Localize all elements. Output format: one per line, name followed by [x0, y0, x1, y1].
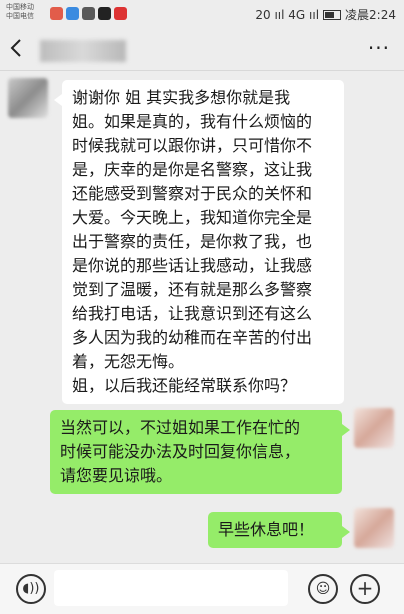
app-notification-icon [50, 7, 63, 20]
message-line: 时候可能没办法及时回复你信息， [60, 442, 301, 461]
more-button[interactable]: ··· [368, 36, 390, 60]
notification-icons [50, 7, 127, 20]
message-line: 早些休息吧！ [218, 520, 315, 539]
message-line: 觉到了温暖，还有就是那么多警察 [72, 280, 313, 299]
message-line: 大爱。今天晚上，我知道你完全是 [72, 208, 313, 227]
chat-header: ··· [0, 30, 404, 71]
message-line: 出于警察的责任，是你救了我，也 [72, 232, 313, 251]
chevron-left-icon [10, 39, 21, 57]
app-notification-icon [98, 7, 111, 20]
voice-button[interactable]: ◖)) [16, 574, 46, 604]
message-line: 姐，以后我还能经常联系你吗？ [72, 376, 297, 395]
status-bar: 中国移动 中国电信 20 ııl 4G ııl 凌晨2:24 [0, 0, 404, 30]
emoji-button[interactable]: ☺ [308, 574, 338, 604]
message-line: 当然可以，不过姐如果工作在忙的 [60, 418, 301, 437]
emoji-icon: ☺ [315, 581, 331, 597]
signal-indicator: 20 ııl 4G ııl [255, 7, 320, 22]
clock: 凌晨2:24 [345, 8, 396, 22]
back-button[interactable] [10, 38, 22, 64]
app-notification-icon [82, 7, 95, 20]
message-line: 给我打电话，让我意识到还有这么 [72, 304, 313, 323]
carrier-line-2: 中国电信 [6, 12, 34, 20]
carrier-line-1: 中国移动 [6, 3, 34, 11]
plus-icon: + [356, 576, 374, 600]
message-line: 谢谢你 姐 其实我多想你就是我 [72, 88, 291, 107]
my-avatar[interactable] [354, 508, 394, 548]
message-line: 姐。如果是真的，我有什么烦恼的 [72, 112, 313, 131]
message-line: 时候我就可以跟你讲，只可惜你不 [72, 136, 313, 155]
input-bar: ◖)) ☺ + [0, 563, 404, 614]
sent-message[interactable]: 当然可以，不过姐如果工作在忙的 时候可能没办法及时回复你信息， 请您要见谅哦。 [50, 410, 350, 494]
message-line: 是，庆幸的是你是名警察，这让我 [72, 160, 313, 179]
message-line: 多人因为我的幼稚而在辛苦的付出 [72, 328, 313, 347]
my-avatar[interactable] [354, 408, 394, 448]
message-line: 还能感受到警察对于民众的关怀和 [72, 184, 313, 203]
more-actions-button[interactable]: + [350, 574, 380, 604]
carrier-label: 中国移动 中国电信 [6, 3, 34, 21]
received-message[interactable]: 谢谢你 姐 其实我多想你就是我 姐。如果是真的，我有什么烦恼的 时候我就可以跟你… [54, 80, 344, 404]
more-dots-icon: ··· [367, 36, 390, 60]
sent-message[interactable]: 早些休息吧！ [208, 512, 350, 548]
message-input[interactable] [54, 570, 288, 606]
message-line: 请您要见谅哦。 [60, 466, 173, 485]
app-notification-icon [114, 7, 127, 20]
message-line: 是你说的那些话让我感动，让我感 [72, 256, 313, 275]
contact-name-blurred [40, 40, 126, 62]
message-line: 着，无怨无悔。 [72, 352, 185, 371]
battery-icon [323, 9, 342, 20]
app-notification-icon [66, 7, 79, 20]
contact-avatar[interactable] [8, 78, 48, 118]
voice-icon: ◖)) [22, 581, 40, 596]
status-right: 20 ııl 4G ııl 凌晨2:24 [255, 6, 396, 23]
